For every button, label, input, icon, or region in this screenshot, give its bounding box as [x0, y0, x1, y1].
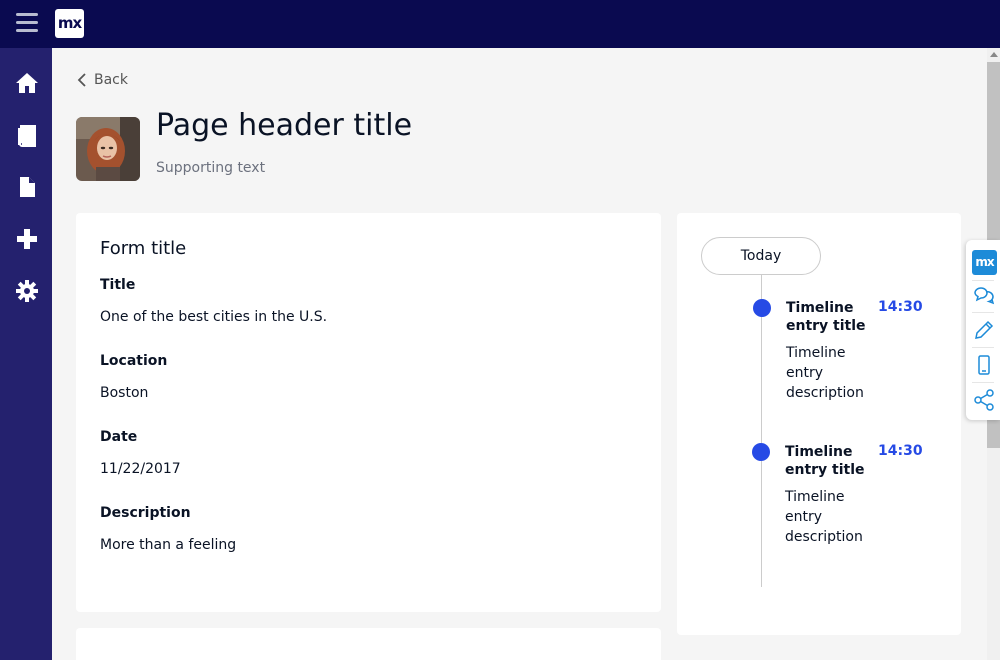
home-icon[interactable] [14, 70, 40, 96]
timeline-entry-description: Timeline entry description [785, 489, 863, 545]
book-icon[interactable] [14, 122, 40, 148]
timeline-entry-description: Timeline entry description [786, 345, 864, 401]
timeline-entry-time: 14:30 [878, 443, 923, 459]
chevron-left-icon [77, 73, 86, 87]
mendix-dock-logo[interactable]: mx [972, 250, 997, 275]
form-title: Form title [100, 238, 187, 259]
main-content: Back Page header title Supporting text F… [52, 48, 987, 660]
page-subtitle: Supporting text [156, 160, 266, 176]
form-card: Form title Title One of the best cities … [76, 213, 661, 612]
divider [972, 347, 994, 348]
divider [972, 280, 994, 281]
chat-icon[interactable] [972, 283, 996, 307]
timeline-entry-time: 14:30 [878, 299, 923, 315]
field-value-description: More than a feeling [100, 537, 237, 553]
scroll-up-arrow-icon[interactable] [990, 52, 998, 57]
sidebar [0, 48, 52, 660]
field-value-location: Boston [100, 385, 149, 401]
divider [972, 382, 994, 383]
field-label-location: Location [100, 353, 168, 369]
field-label-title: Title [100, 277, 136, 293]
floating-dock: mx [966, 240, 1000, 420]
timeline-dot [753, 299, 771, 317]
gear-icon[interactable] [14, 278, 40, 304]
timeline-line [761, 275, 762, 587]
field-value-title: One of the best cities in the U.S. [100, 309, 328, 325]
field-label-description: Description [100, 505, 191, 521]
pencil-icon[interactable] [972, 318, 996, 342]
hamburger-menu-icon[interactable] [16, 13, 38, 33]
field-value-date: 11/22/2017 [100, 461, 181, 477]
share-icon[interactable] [972, 388, 996, 412]
mendix-logo[interactable]: mx [55, 9, 84, 38]
mobile-icon[interactable] [972, 353, 996, 377]
page-title: Page header title [156, 108, 413, 143]
today-button[interactable]: Today [701, 237, 821, 275]
secondary-card [76, 628, 661, 660]
plus-icon[interactable] [14, 226, 40, 252]
back-link[interactable]: Back [76, 72, 128, 88]
timeline-entry-title: Timeline entry title [786, 300, 866, 334]
timeline-card: Today Timeline entry title Timeline entr… [677, 213, 961, 635]
avatar [76, 117, 140, 181]
divider [972, 312, 994, 313]
file-icon[interactable] [14, 174, 40, 200]
timeline-entry-title: Timeline entry title [785, 444, 865, 478]
field-label-date: Date [100, 429, 138, 445]
timeline-dot [752, 443, 770, 461]
top-bar: mx [0, 0, 1000, 48]
back-label: Back [94, 72, 128, 88]
